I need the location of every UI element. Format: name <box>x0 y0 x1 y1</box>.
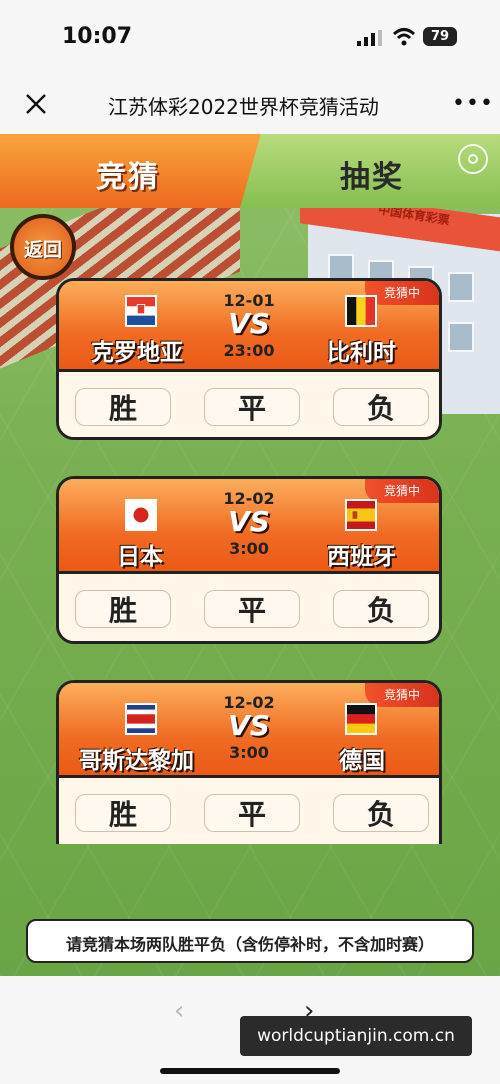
option-draw[interactable]: 平 <box>204 794 300 832</box>
option-lose-label: 负 <box>366 798 395 831</box>
option-lose-label: 负 <box>366 594 395 627</box>
chevron-left-icon[interactable]: ‹ <box>174 996 184 1026</box>
option-draw-label: 平 <box>237 392 266 425</box>
music-icon[interactable] <box>458 144 488 174</box>
match-header: 竞猜中 12-02 VS 3:00 哥斯达黎加 德国 <box>59 683 439 775</box>
away-team: 德国 <box>339 748 385 774</box>
home-team: 日本 <box>117 544 163 570</box>
option-lose[interactable]: 负 <box>333 388 429 426</box>
vs-label: VS <box>228 709 270 742</box>
option-win[interactable]: 胜 <box>75 794 171 832</box>
option-lose[interactable]: 负 <box>333 590 429 628</box>
tab-guess-label: 竞猜 <box>96 160 160 195</box>
status-bar: 10:07 79 <box>0 0 500 76</box>
option-win[interactable]: 胜 <box>75 388 171 426</box>
rules-note-text: 请竞猜本场两队胜平负（含伤停补时，不含加时赛） <box>65 935 434 954</box>
option-draw-label: 平 <box>237 594 266 627</box>
home-team: 哥斯达黎加 <box>79 748 194 774</box>
option-lose-label: 负 <box>366 392 395 425</box>
option-win[interactable]: 胜 <box>75 590 171 628</box>
option-win-label: 胜 <box>108 392 137 425</box>
match-options: 胜 平 负 <box>59 571 439 641</box>
option-draw-label: 平 <box>237 798 266 831</box>
wifi-icon <box>392 28 416 46</box>
match-card: 竞猜中 12-01 VS 23:00 克罗地亚 比利时 胜 平 负 <box>56 278 442 440</box>
back-button[interactable]: 返回 <box>10 214 76 280</box>
match-options: 胜 平 负 <box>59 369 439 437</box>
game-scene: 中国体育彩票 竞猜 抽奖 返回 竞猜中 12-01 VS 23:00 克罗地亚 … <box>0 134 500 976</box>
status-time: 10:07 <box>62 24 133 49</box>
match-header: 竞猜中 12-01 VS 23:00 克罗地亚 比利时 <box>59 281 439 369</box>
option-draw[interactable]: 平 <box>204 388 300 426</box>
away-team: 西班牙 <box>327 544 396 570</box>
more-icon[interactable]: ••• <box>452 93 493 115</box>
home-team: 克罗地亚 <box>91 340 183 366</box>
rules-note: 请竞猜本场两队胜平负（含伤停补时，不含加时赛） <box>26 919 474 963</box>
back-button-label: 返回 <box>23 239 62 261</box>
vs-label: VS <box>228 505 270 538</box>
option-win-label: 胜 <box>108 594 137 627</box>
match-card: 竞猜中 12-02 VS 3:00 日本 西班牙 胜 平 负 <box>56 476 442 644</box>
option-win-label: 胜 <box>108 798 137 831</box>
away-team: 比利时 <box>327 340 396 366</box>
home-indicator[interactable] <box>160 1068 340 1074</box>
match-options: 胜 平 负 <box>59 775 439 844</box>
option-draw[interactable]: 平 <box>204 590 300 628</box>
match-card: 竞猜中 12-02 VS 3:00 哥斯达黎加 德国 胜 平 负 <box>56 680 442 844</box>
match-header: 竞猜中 12-02 VS 3:00 日本 西班牙 <box>59 479 439 571</box>
battery-icon: 79 <box>423 27 457 46</box>
close-icon[interactable] <box>24 92 48 116</box>
watermark: worldcuptianjin.com.cn <box>240 1016 472 1056</box>
nav-bar: 江苏体彩2022世界杯竞猜活动 ••• <box>0 76 500 134</box>
page-title: 江苏体彩2022世界杯竞猜活动 <box>108 95 379 119</box>
tab-lottery-label: 抽奖 <box>340 160 404 195</box>
signal-icon <box>357 30 382 46</box>
option-lose[interactable]: 负 <box>333 794 429 832</box>
